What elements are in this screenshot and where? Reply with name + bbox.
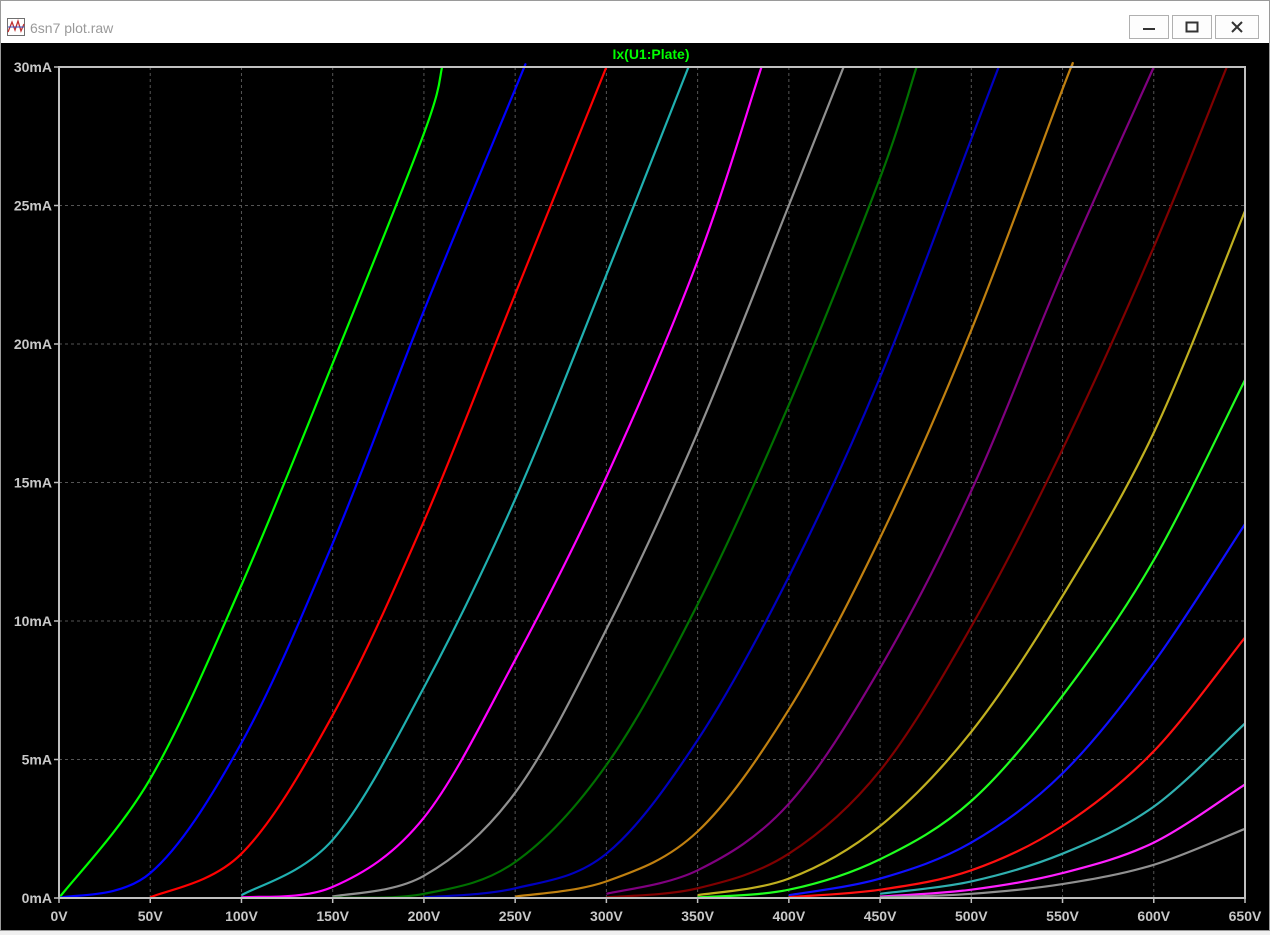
x-tick-label: 350V (681, 908, 714, 924)
y-tick-label: 0mA (22, 890, 52, 906)
grid-lines (59, 67, 1245, 898)
x-tick-label: 550V (1046, 908, 1079, 924)
x-tick-label: 50V (138, 908, 164, 924)
close-icon (1231, 21, 1243, 33)
y-tick-label: 15mA (14, 475, 52, 491)
trace-line-6[interactable] (332, 66, 845, 898)
minimize-button[interactable] (1129, 15, 1169, 39)
trace-line-4[interactable] (240, 66, 690, 897)
title-bar[interactable]: 6sn7 plot.raw (1, 1, 1269, 43)
x-tick-label: 0V (50, 908, 68, 924)
x-tick-label: 500V (955, 908, 988, 924)
x-tick-label: 250V (499, 908, 532, 924)
trace-line-16[interactable] (879, 722, 1246, 895)
waveform-app-icon (7, 18, 25, 36)
y-tick-label: 25mA (14, 198, 52, 214)
plot-window: 6sn7 plot.raw 0V 50V 100V 150V 200V 250V 300V 3… (0, 0, 1270, 931)
trace-line-14[interactable] (788, 523, 1246, 897)
y-tick-label: 30mA (14, 59, 52, 75)
plate-current-chart[interactable]: 0V 50V 100V 150V 200V 250V 300V 350V 400V 450V 500… (1, 43, 1269, 930)
axes: 0V 50V 100V 150V 200V 250V 300V 350V 400V 450V 500… (14, 59, 1262, 924)
maximize-icon (1185, 21, 1199, 33)
minimize-icon (1143, 28, 1155, 30)
x-tick-label: 100V (225, 908, 258, 924)
trace-label[interactable]: Ix(U1:Plate) (612, 46, 689, 62)
traces (58, 61, 1247, 900)
window-controls (1126, 15, 1259, 39)
x-tick-label: 650V (1229, 908, 1262, 924)
y-tick-label: 5mA (22, 752, 52, 768)
trace-line-15[interactable] (788, 636, 1246, 899)
y-tick-label: 10mA (14, 613, 52, 629)
x-tick-label: 600V (1137, 908, 1170, 924)
x-tick-label: 400V (772, 908, 805, 924)
x-tick-label: 150V (316, 908, 349, 924)
y-tick-label: 20mA (14, 336, 52, 352)
x-tick-label: 450V (864, 908, 897, 924)
close-button[interactable] (1215, 15, 1259, 39)
trace-line-9[interactable] (515, 61, 1074, 898)
trace-line-2[interactable] (58, 63, 527, 900)
x-tick-label: 300V (590, 908, 623, 924)
window-title: 6sn7 plot.raw (30, 20, 114, 36)
maximize-button[interactable] (1172, 15, 1212, 39)
plot-pane[interactable]: 0V 50V 100V 150V 200V 250V 300V 350V 400V 450V 500… (1, 43, 1269, 930)
x-tick-label: 200V (408, 908, 441, 924)
